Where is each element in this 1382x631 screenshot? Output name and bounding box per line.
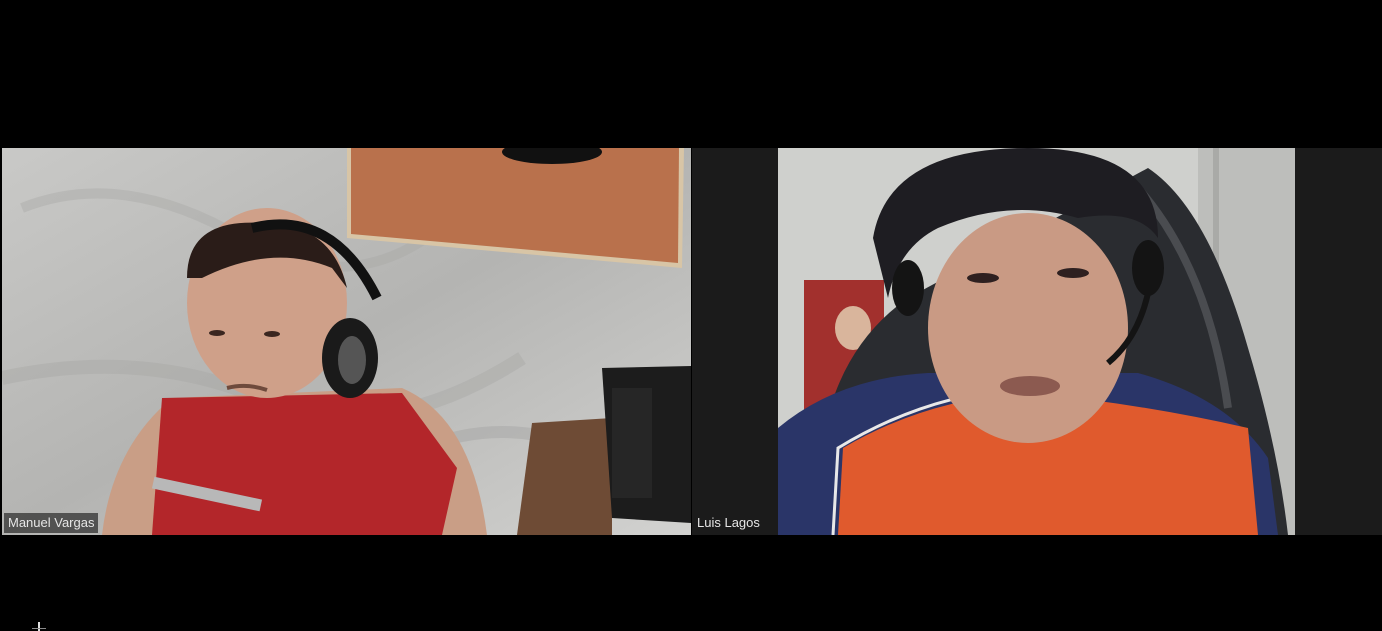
participant-name-label: Luis Lagos [697,515,760,530]
participant-name-label: Manuel Vargas [4,513,99,533]
video-frame-illustration [778,148,1295,535]
mouse-cursor-icon [32,622,46,631]
participant-video-feed [778,148,1295,535]
participant-tile-luis-lagos[interactable]: Luis Lagos [692,148,1382,535]
video-frame-illustration [2,148,691,535]
participant-video-feed [2,148,691,535]
video-call-gallery: Manuel Vargas Luis Lagos [0,0,1382,631]
participant-tile-manuel-vargas[interactable]: Manuel Vargas [2,148,691,535]
